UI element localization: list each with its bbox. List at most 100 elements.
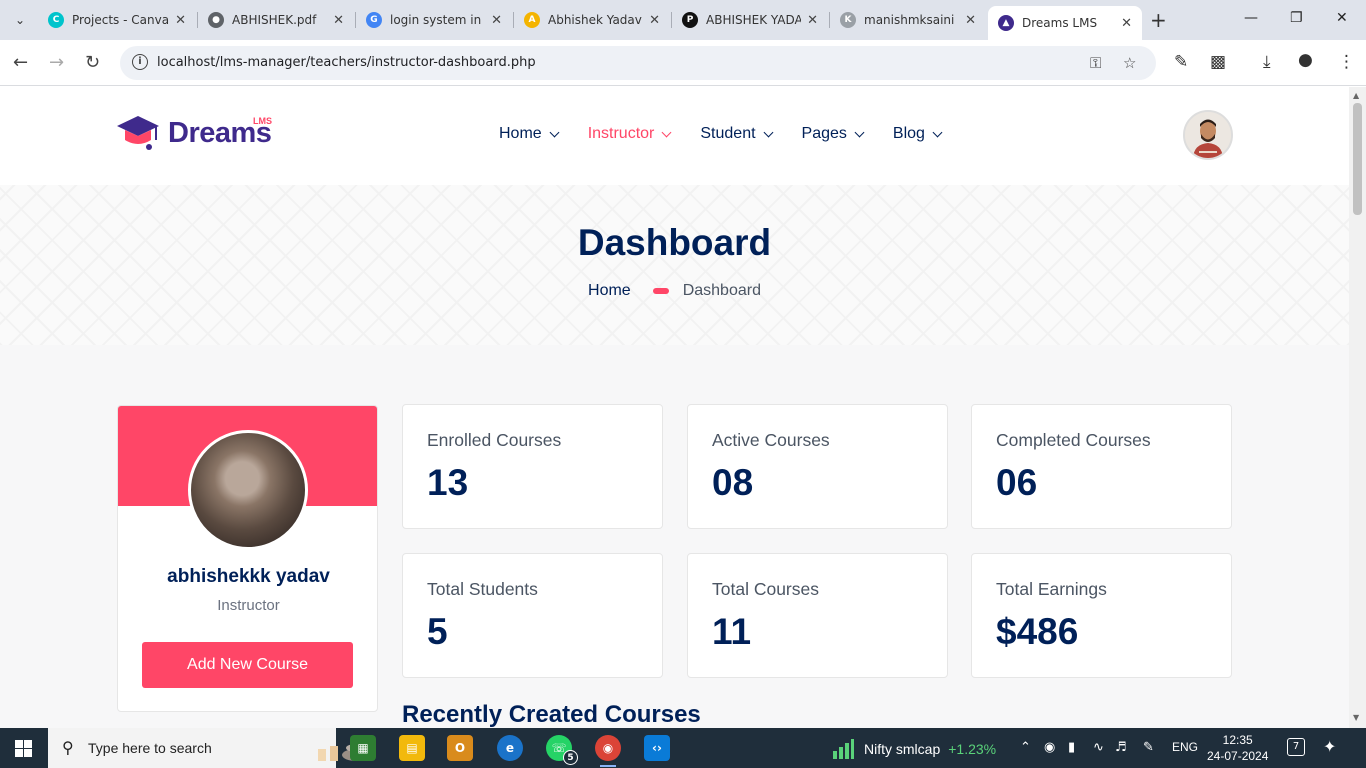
avatar-portrait-icon xyxy=(1185,112,1231,158)
globe-icon: ● xyxy=(208,12,224,28)
taskbar-outlook-icon[interactable]: O xyxy=(447,735,473,761)
whatsapp-unread-badge: 5 xyxy=(563,750,578,765)
browser-tab-manish[interactable]: K manishmksaini ✕ xyxy=(830,6,986,34)
graduation-cap-icon xyxy=(117,116,159,150)
main-nav: Home Instructor Student Pages Blog xyxy=(499,125,971,143)
profile-picture[interactable] xyxy=(188,430,308,550)
password-key-icon[interactable]: ⚿ xyxy=(1090,54,1101,72)
new-tab-plus-icon[interactable]: + xyxy=(1150,8,1167,32)
close-icon[interactable]: ✕ xyxy=(1121,16,1132,31)
taskbar-edge-icon[interactable]: e xyxy=(497,735,523,761)
nav-item-home[interactable]: Home xyxy=(499,125,560,143)
nav-item-instructor[interactable]: Instructor xyxy=(588,125,672,143)
taskbar-sheets-app-icon[interactable]: ▦ xyxy=(350,735,376,761)
tray-pen-icon[interactable]: ✎ xyxy=(1143,740,1154,755)
search-placeholder: Type here to search xyxy=(88,740,212,756)
site-info-icon[interactable]: i xyxy=(132,54,148,70)
tray-battery-icon[interactable]: ▮ xyxy=(1068,740,1075,755)
breadcrumb-current: Dashboard xyxy=(682,282,761,299)
nav-item-pages[interactable]: Pages xyxy=(802,125,865,143)
eyedropper-icon[interactable]: ✎ xyxy=(1174,52,1188,72)
taskbar-clock[interactable]: 12:35 24-07-2024 xyxy=(1207,732,1268,764)
close-icon[interactable]: ✕ xyxy=(175,13,186,28)
taskbar-file-explorer-icon[interactable]: ▤ xyxy=(399,735,425,761)
stat-card-active-courses: Active Courses 08 xyxy=(687,404,948,529)
copilot-icon[interactable]: ✦ xyxy=(1323,737,1336,756)
download-icon[interactable]: ⤓ xyxy=(1263,52,1271,72)
clock-time: 12:35 xyxy=(1222,733,1253,747)
browser-tab-portfolio[interactable]: A Abhishek Yadav ✕ xyxy=(514,6,670,34)
tray-wifi-icon[interactable]: ∿ xyxy=(1093,740,1104,755)
address-toolbar: ← → ↻ i localhost/lms-manager/teachers/i… xyxy=(0,40,1366,86)
tray-volume-icon[interactable]: ♬ xyxy=(1115,740,1127,755)
page-title: Dashboard xyxy=(577,222,772,263)
taskbar-vscode-icon[interactable]: ‹› xyxy=(644,735,670,761)
site-logo[interactable]: Dreams LMS xyxy=(116,114,272,152)
bookmark-star-icon[interactable]: ☆ xyxy=(1123,54,1136,72)
chevron-down-icon xyxy=(763,127,773,137)
stat-value: 5 xyxy=(427,611,448,652)
logo-superscript: LMS xyxy=(253,116,272,126)
close-icon[interactable]: ✕ xyxy=(491,13,502,28)
user-avatar[interactable] xyxy=(1183,110,1233,160)
tray-language[interactable]: ENG xyxy=(1172,740,1198,754)
taskbar-search[interactable]: ⚲ Type here to search xyxy=(48,728,370,768)
search-icon: ⚲ xyxy=(62,738,74,757)
profile-role: Instructor xyxy=(217,597,280,614)
graduation-cap-icon: ▲ xyxy=(998,15,1014,31)
stat-card-total-students: Total Students 5 xyxy=(402,553,663,678)
nav-item-student[interactable]: Student xyxy=(700,125,773,143)
forward-arrow-icon[interactable]: → xyxy=(49,52,64,73)
add-new-course-button[interactable]: Add New Course xyxy=(142,642,353,688)
window-close-icon[interactable]: ✕ xyxy=(1336,10,1348,26)
close-icon[interactable]: ✕ xyxy=(333,13,344,28)
reload-icon[interactable]: ↻ xyxy=(85,52,100,73)
taskbar-whatsapp-icon[interactable]: ☏ 5 xyxy=(546,735,578,765)
scrollbar-thumb[interactable] xyxy=(1353,103,1362,215)
tray-camera-icon[interactable]: ◉ xyxy=(1044,740,1055,755)
stat-label: Total Courses xyxy=(712,579,819,599)
url-bar[interactable]: i localhost/lms-manager/teachers/instruc… xyxy=(120,46,1156,80)
stat-card-total-courses: Total Courses 11 xyxy=(687,553,948,678)
browser-tab-strip: ⌄ C Projects - Canva ✕ ● ABHISHEK.pdf ✕ … xyxy=(0,0,1366,40)
page-hero: Dashboard Home Dashboard xyxy=(0,185,1349,345)
url-text[interactable]: localhost/lms-manager/teachers/instructo… xyxy=(157,55,536,70)
canva-icon: C xyxy=(48,12,64,28)
breadcrumb: Home Dashboard xyxy=(0,282,1349,300)
close-icon[interactable]: ✕ xyxy=(965,13,976,28)
browser-tab-pdf[interactable]: ● ABHISHEK.pdf ✕ xyxy=(198,6,354,34)
browser-tab-canva[interactable]: C Projects - Canva ✕ xyxy=(38,6,196,34)
stat-card-completed-courses: Completed Courses 06 xyxy=(971,404,1232,529)
extensions-puzzle-icon[interactable]: ▩ xyxy=(1210,52,1226,72)
stock-ticker-widget[interactable]: Nifty smlcap +1.23% xyxy=(832,739,996,759)
scroll-up-arrow-icon[interactable]: ▲ xyxy=(1353,91,1359,100)
breadcrumb-home-link[interactable]: Home xyxy=(588,282,631,300)
browser-menu-kebab-icon[interactable]: ⋮ xyxy=(1338,52,1355,72)
profile-name: abhishekkk yadav xyxy=(167,566,330,587)
nav-item-blog[interactable]: Blog xyxy=(893,125,943,143)
back-arrow-icon[interactable]: ← xyxy=(13,52,28,73)
close-icon[interactable]: ✕ xyxy=(807,13,818,28)
chart-bars-icon xyxy=(833,739,854,759)
taskbar-chrome-icon[interactable]: ◉ xyxy=(595,735,621,767)
tab-search-chevron-icon[interactable]: ⌄ xyxy=(8,8,32,32)
recent-courses-heading: Recently Created Courses xyxy=(402,701,701,728)
stat-label: Active Courses xyxy=(712,430,830,450)
page-scrollbar[interactable]: ▲ ▼ xyxy=(1349,87,1366,728)
dashboard-content: abhishekkk yadav Instructor Add New Cour… xyxy=(0,345,1349,728)
chevron-down-icon xyxy=(549,127,560,137)
browser-tab-p[interactable]: P ABHISHEK YADA ✕ xyxy=(672,6,828,34)
ticker-name: Nifty smlcap xyxy=(864,741,941,757)
restore-icon[interactable]: ❐ xyxy=(1290,10,1303,26)
windows-start-icon[interactable] xyxy=(15,740,32,757)
stat-value: 13 xyxy=(427,462,469,503)
minimize-icon[interactable]: — xyxy=(1244,10,1258,26)
profile-icon[interactable]: ● xyxy=(1298,50,1313,70)
scroll-down-arrow-icon[interactable]: ▼ xyxy=(1353,713,1359,722)
chevron-down-icon xyxy=(932,127,943,137)
browser-tab-dreams-lms[interactable]: ▲ Dreams LMS ✕ xyxy=(988,6,1142,40)
notification-center-icon[interactable]: 7 xyxy=(1287,738,1305,756)
browser-tab-google[interactable]: G login system in p ✕ xyxy=(356,6,512,34)
tray-chevron-up-icon[interactable]: ⌃ xyxy=(1020,740,1031,755)
close-icon[interactable]: ✕ xyxy=(649,13,660,28)
